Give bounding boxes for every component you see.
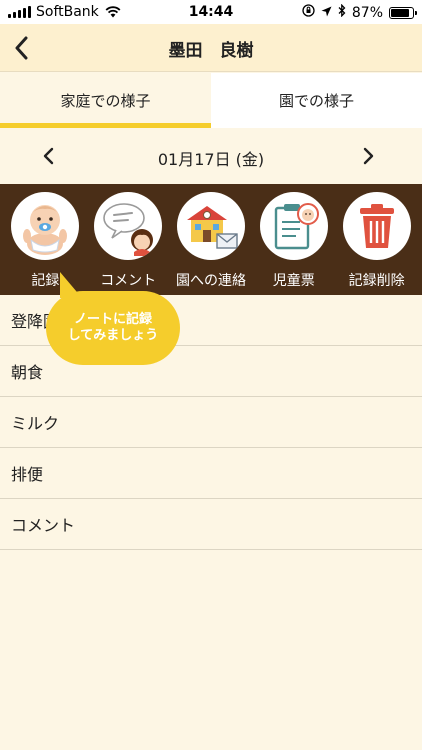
child-record-button[interactable]: 児童票 (252, 184, 335, 295)
tooltip-line-2: してみましょう (67, 328, 159, 343)
segment-tabs: 家庭での様子 園での様子 (0, 73, 422, 128)
current-date: 01月17日 (金) (157, 150, 265, 169)
tab-home-label: 家庭での様子 (60, 92, 151, 110)
comment-button[interactable]: コメント (87, 184, 170, 295)
child-record-label: 児童票 (272, 273, 315, 289)
battery-level (391, 8, 410, 17)
status-right: 87% (302, 3, 417, 21)
chevron-left-icon (43, 147, 54, 165)
bluetooth-icon (338, 3, 346, 21)
tab-home[interactable]: 家庭での様子 (0, 73, 211, 128)
baby-icon (11, 192, 80, 260)
tab-nursery-label: 園での様子 (278, 92, 354, 110)
school-mail-icon (176, 192, 245, 260)
list-item-label: ミルク (11, 414, 60, 433)
list-item-label: 朝食 (11, 363, 44, 382)
list-item[interactable]: 排便 (0, 448, 422, 499)
record-label: 記録 (31, 273, 60, 289)
chevron-right-icon (363, 147, 374, 165)
delete-record-button[interactable]: 記録削除 (335, 184, 418, 295)
date-navigator: 01月17日 (金) (0, 128, 422, 184)
contact-nursery-button[interactable]: 園への連絡 (170, 184, 253, 295)
list-item-label: 排便 (11, 465, 44, 484)
contact-nursery-label: 園への連絡 (175, 273, 246, 289)
orientation-lock-icon (302, 4, 315, 21)
prev-date-button[interactable] (33, 142, 63, 170)
list-item[interactable]: コメント (0, 499, 422, 550)
chevron-left-icon (15, 36, 28, 60)
tab-nursery[interactable]: 園での様子 (211, 73, 422, 128)
battery-icon (389, 6, 417, 19)
comment-icon (94, 192, 163, 260)
list-item-label: コメント (11, 516, 76, 535)
next-date-button[interactable] (354, 142, 384, 170)
location-icon (321, 5, 332, 21)
list-item[interactable]: ミルク (0, 397, 422, 448)
tooltip-line-1: ノートに記録 (73, 312, 152, 327)
back-button[interactable] (6, 32, 36, 64)
onboarding-tooltip[interactable]: ノートに記録 してみましょう (46, 291, 180, 365)
comment-label: コメント (100, 273, 157, 289)
battery-percent: 87% (351, 4, 383, 21)
delete-record-label: 記録削除 (348, 273, 405, 289)
clipboard-icon (259, 192, 328, 260)
status-bar: SoftBank 14:44 87% (0, 0, 422, 24)
trash-icon (342, 192, 411, 260)
nav-bar: 墨田 良樹 (0, 24, 422, 72)
page-title: 墨田 良樹 (168, 41, 254, 61)
